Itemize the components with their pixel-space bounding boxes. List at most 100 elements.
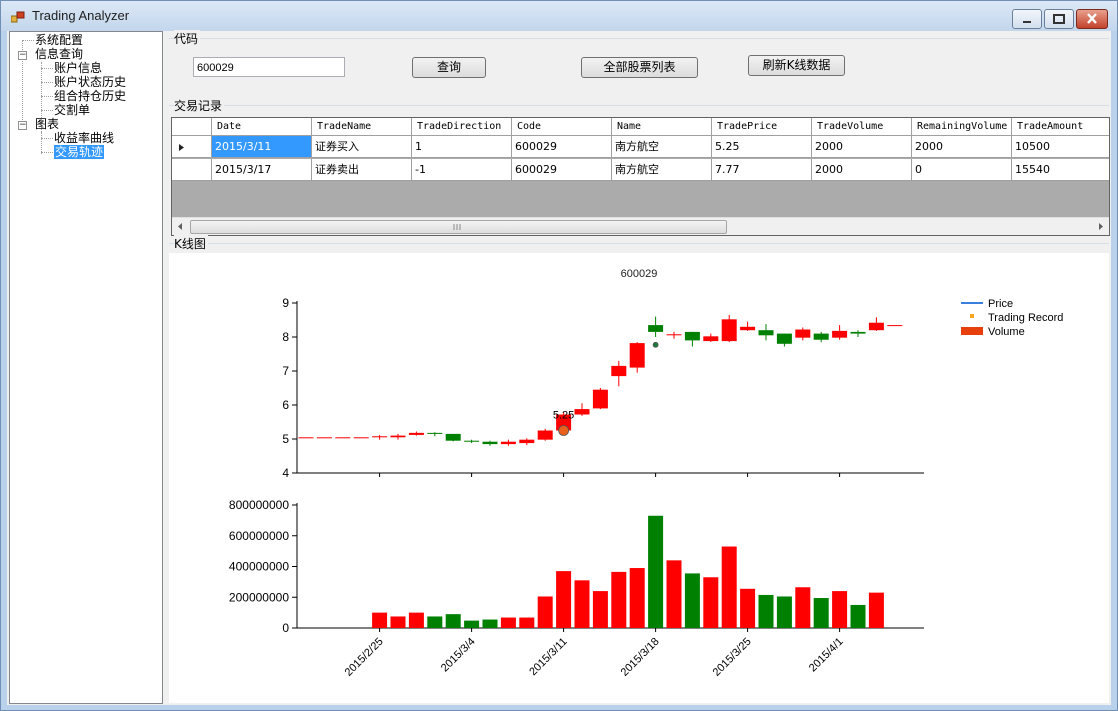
candle-body [648,325,664,332]
table-cell[interactable]: 2000 [912,136,1012,158]
x-tick-label: 2015/2/25 [343,636,386,679]
column-header[interactable]: TradeName [312,118,412,136]
candle-body [887,325,903,327]
candle-body [500,441,516,445]
trade-records-grid[interactable]: Date TradeName TradeDirection Code Name … [171,117,1110,236]
tree-item-return-curve[interactable]: 收益率曲线 [54,131,114,145]
volume-bar [537,596,553,628]
candle-body [832,330,848,338]
tree-connector [41,68,53,69]
candle-body [298,437,314,439]
maximize-button[interactable] [1044,9,1074,29]
collapse-icon[interactable]: − [18,121,27,130]
legend-volume-swatch [961,327,983,335]
volume-bar [519,617,535,628]
horizontal-scrollbar[interactable] [172,217,1109,235]
table-cell[interactable]: 2000 [812,136,912,158]
candle-body [537,430,553,440]
table-cell[interactable]: 600029 [512,136,612,158]
group-divider [169,38,1109,39]
candle-body [703,336,719,342]
column-header[interactable]: Code [512,118,612,136]
price-y-tick-label: 9 [282,296,289,310]
scrollbar-thumb[interactable] [190,220,727,234]
volume-y-tick-label: 400000000 [229,560,289,574]
candle-body [427,432,443,434]
volume-bar [372,612,388,628]
x-tick-label: 2015/4/1 [807,636,846,675]
tree-item-portfolio-history[interactable]: 组合持仓历史 [54,89,126,103]
row-header[interactable] [172,159,212,181]
app-window: Trading Analyzer 系统配置 − 信息查询 账户信息 账户状态历史… [0,0,1118,711]
table-cell[interactable]: 1 [412,136,512,158]
query-button[interactable]: 查询 [412,57,486,78]
candle-body [316,437,332,439]
volume-bar [408,612,424,628]
tree-item-charts[interactable]: 图表 [35,117,59,131]
collapse-icon[interactable]: − [18,51,27,60]
row-header[interactable] [172,136,212,158]
tree-item-account-info[interactable]: 账户信息 [54,61,102,75]
kline-chart[interactable]: 600029 4 5 6 7 8 9 0 200000000 400000000 600000000… [169,253,1109,703]
tree-item-settlement[interactable]: 交割单 [54,103,90,117]
candle-body [629,343,645,368]
tree-item-system-config[interactable]: 系统配置 [35,33,83,47]
volume-bar [850,604,866,628]
candle-body [813,333,829,340]
table-row[interactable]: 2015/3/11 证券买入 1 600029 南方航空 5.25 2000 2… [172,136,1109,158]
table-cell[interactable]: 600029 [512,159,612,181]
minimize-button[interactable] [1012,9,1042,29]
title-bar[interactable]: Trading Analyzer [1,1,1117,31]
nav-tree[interactable]: 系统配置 − 信息查询 账户信息 账户状态历史 组合持仓历史 交割单 − 图表 … [9,31,163,704]
tree-connector [41,152,53,153]
column-header[interactable]: TradePrice [712,118,812,136]
scroll-right-icon[interactable] [1093,218,1109,235]
volume-bar [464,620,480,628]
trade-group-label: 交易记录 [174,97,225,114]
table-cell[interactable]: 2015/3/11 [212,136,312,158]
code-input[interactable]: 600029 [193,57,345,77]
volume-bar [482,619,498,628]
table-cell[interactable]: 证券卖出 [312,159,412,181]
table-cell[interactable]: 10500 [1012,136,1109,158]
tree-item-trade-track[interactable]: 交易轨迹 [54,145,105,159]
table-cell[interactable]: 2000 [812,159,912,181]
table-cell[interactable]: 0 [912,159,1012,181]
close-button[interactable] [1076,9,1108,29]
column-header[interactable]: Date [212,118,312,136]
chart-title: 600029 [621,268,658,280]
table-cell[interactable]: 2015/3/17 [212,159,312,181]
candle-body [868,322,884,331]
table-cell[interactable]: 7.77 [712,159,812,181]
minimize-icon [1023,21,1031,23]
legend-trade-swatch [970,314,974,318]
all-stocks-button[interactable]: 全部股票列表 [581,57,698,78]
candle-body [353,437,369,439]
tree-item-account-history[interactable]: 账户状态历史 [54,75,126,89]
table-cell[interactable]: -1 [412,159,512,181]
table-cell[interactable]: 15540 [1012,159,1109,181]
volume-bar [556,571,572,628]
column-header[interactable]: RemainingVolume [912,118,1012,136]
tree-connector [41,110,53,111]
price-y-tick-label: 8 [282,330,289,344]
table-cell[interactable]: 5.25 [712,136,812,158]
tree-connector [41,82,53,83]
refresh-kline-button[interactable]: 刷新K线数据 [748,55,845,76]
kline-chart-area[interactable]: 600029 4 5 6 7 8 9 0 200000000 400000000 600000000… [169,253,1109,703]
scroll-left-icon[interactable] [172,218,188,235]
legend-trade-label: Trading Record [988,312,1063,324]
table-cell[interactable]: 南方航空 [612,136,712,158]
candle-body [519,439,535,444]
table-cell[interactable]: 南方航空 [612,159,712,181]
price-y-tick-label: 4 [282,466,289,480]
column-header[interactable]: Name [612,118,712,136]
table-row[interactable]: 2015/3/17 证券卖出 -1 600029 南方航空 7.77 2000 … [172,159,1109,181]
table-cell[interactable]: 证券买入 [312,136,412,158]
candle-body [776,333,792,344]
column-header[interactable]: TradeVolume [812,118,912,136]
column-header[interactable]: TradeDirection [412,118,512,136]
candle-body [740,326,756,331]
tree-item-info-query[interactable]: 信息查询 [35,47,83,61]
column-header[interactable]: TradeAmount [1012,118,1109,136]
